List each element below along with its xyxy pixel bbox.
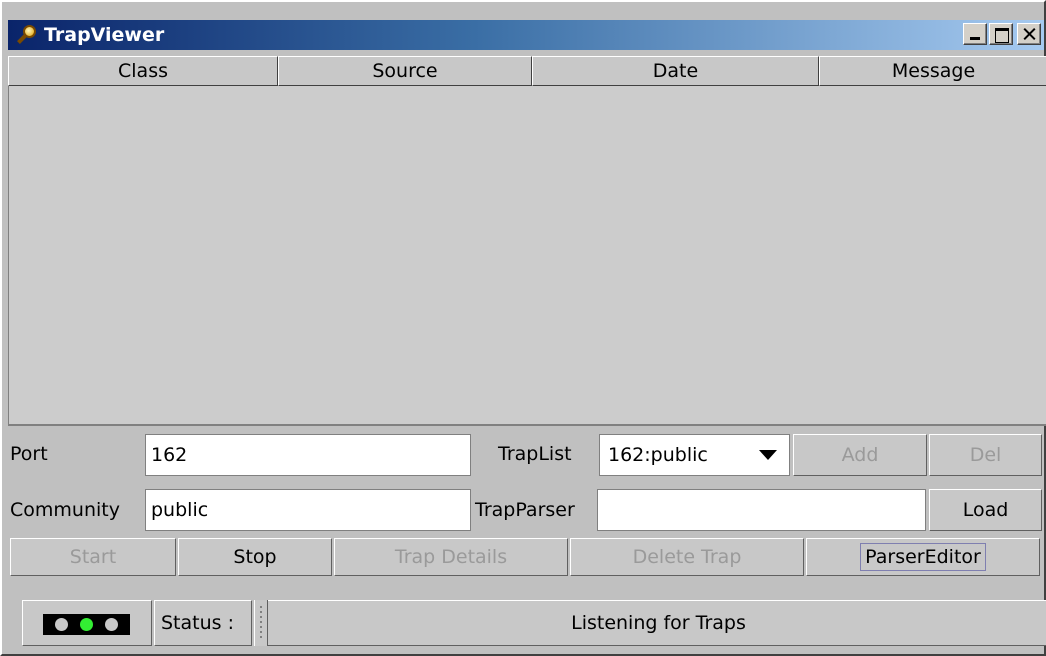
status-light-3 bbox=[105, 618, 118, 631]
community-label: Community bbox=[10, 499, 120, 521]
table-header: Class Source Date Message bbox=[8, 56, 1046, 86]
title-bar[interactable]: TrapViewer bbox=[8, 20, 1044, 50]
port-label: Port bbox=[10, 443, 48, 465]
load-button[interactable]: Load bbox=[929, 489, 1042, 531]
trapviewer-window: TrapViewer Class Source Date Message Por… bbox=[0, 0, 1046, 656]
stop-button[interactable]: Stop bbox=[178, 538, 332, 576]
status-light-1 bbox=[55, 618, 68, 631]
window-title: TrapViewer bbox=[44, 24, 165, 46]
delete-trap-button[interactable]: Delete Trap bbox=[570, 538, 804, 576]
close-button[interactable] bbox=[1017, 23, 1041, 45]
status-light-2 bbox=[80, 618, 93, 631]
column-header-class[interactable]: Class bbox=[8, 56, 278, 86]
column-header-source[interactable]: Source bbox=[278, 56, 532, 86]
maximize-button[interactable] bbox=[989, 23, 1013, 45]
status-label: Status : bbox=[154, 600, 252, 646]
trap-details-button[interactable]: Trap Details bbox=[334, 538, 568, 576]
parser-editor-label: ParserEditor bbox=[860, 543, 986, 571]
status-text: Listening for Traps bbox=[268, 600, 1046, 646]
dropdown-arrow-icon bbox=[759, 450, 777, 460]
trapparser-input[interactable] bbox=[597, 489, 926, 531]
traffic-light-icon bbox=[43, 614, 130, 635]
add-button[interactable]: Add bbox=[793, 434, 927, 476]
traplist-dropdown[interactable]: 162:public bbox=[599, 434, 790, 476]
column-header-message[interactable]: Message bbox=[819, 56, 1046, 86]
traplist-selected-value: 162:public bbox=[608, 444, 708, 466]
port-input[interactable]: 162 bbox=[145, 434, 471, 476]
minimize-button[interactable] bbox=[963, 23, 987, 45]
magnifier-icon bbox=[16, 24, 38, 46]
parser-editor-button[interactable]: ParserEditor bbox=[806, 538, 1040, 576]
start-button[interactable]: Start bbox=[10, 538, 176, 576]
trapparser-label: TrapParser bbox=[475, 499, 575, 521]
trap-table-body[interactable] bbox=[8, 86, 1046, 426]
status-bar: Status : Listening for Traps bbox=[10, 592, 1046, 654]
del-button[interactable]: Del bbox=[929, 434, 1042, 476]
traplist-label: TrapList bbox=[498, 443, 572, 465]
status-lights bbox=[22, 600, 152, 646]
community-input[interactable]: public bbox=[145, 489, 471, 531]
splitter-grip[interactable] bbox=[254, 600, 268, 646]
column-header-date[interactable]: Date bbox=[532, 56, 819, 86]
